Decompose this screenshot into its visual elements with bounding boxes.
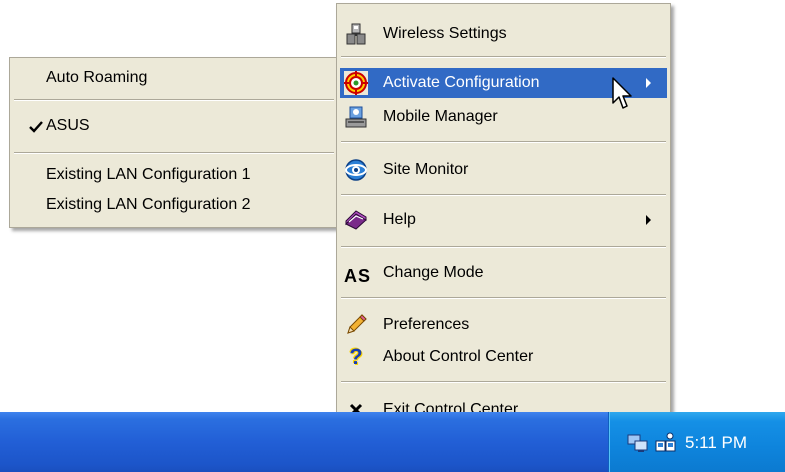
- control-center-menu: Wireless Settings Activate Configuration…: [336, 3, 671, 431]
- pencil-icon: [347, 314, 367, 334]
- menu-item-label: Change Mode: [383, 264, 484, 281]
- activate-configuration-submenu: Auto Roaming ASUS Existing LAN Configura…: [9, 57, 339, 228]
- menu-item-label: Activate Configuration: [383, 74, 540, 91]
- change-mode-icon: AS: [344, 261, 372, 286]
- network-icon[interactable]: [626, 431, 650, 455]
- menu-separator: [341, 297, 666, 299]
- menu-item-help[interactable]: Help: [340, 205, 667, 235]
- menu-item-label: Preferences: [383, 316, 470, 333]
- menu-separator: [341, 141, 666, 143]
- submenu-item-label: Existing LAN Configuration 1: [46, 166, 251, 183]
- wireless-utility-icon[interactable]: [654, 431, 678, 455]
- menu-separator: [14, 99, 334, 101]
- submenu-arrow-icon: [646, 78, 651, 88]
- submenu-arrow-icon: [646, 215, 651, 225]
- menu-item-change-mode[interactable]: AS Change Mode: [340, 258, 667, 288]
- menu-separator: [14, 152, 334, 154]
- mobile-manager-icon: [345, 106, 367, 128]
- menu-item-label: Help: [383, 211, 416, 228]
- submenu-item-auto-roaming[interactable]: Auto Roaming: [13, 64, 335, 94]
- menu-item-wireless-settings[interactable]: Wireless Settings: [340, 19, 667, 49]
- wireless-settings-icon: [346, 23, 366, 45]
- clock[interactable]: 5:11 PM: [685, 433, 747, 453]
- menu-item-label: Site Monitor: [383, 161, 469, 178]
- submenu-item-existing-lan-1[interactable]: Existing LAN Configuration 1: [13, 161, 335, 191]
- submenu-item-asus[interactable]: ASUS: [13, 112, 335, 142]
- help-book-icon: [345, 210, 367, 230]
- menu-item-about-control-center[interactable]: ? About Control Center: [340, 342, 667, 372]
- question-icon: ?: [349, 344, 363, 369]
- menu-separator: [341, 246, 666, 248]
- target-icon: [344, 71, 368, 95]
- submenu-item-label: Existing LAN Configuration 2: [46, 196, 251, 213]
- menu-item-label: Mobile Manager: [383, 108, 498, 125]
- menu-separator: [341, 381, 666, 383]
- menu-separator: [341, 56, 666, 58]
- menu-item-label: About Control Center: [383, 348, 534, 365]
- site-monitor-icon: [345, 159, 367, 181]
- submenu-item-existing-lan-2[interactable]: Existing LAN Configuration 2: [13, 191, 335, 221]
- change-mode-icon-text: AS: [344, 266, 372, 286]
- submenu-item-label: Auto Roaming: [46, 69, 148, 86]
- checkmark-icon: [29, 121, 43, 133]
- menu-item-label: Wireless Settings: [383, 25, 507, 42]
- menu-separator: [341, 194, 666, 196]
- mouse-cursor-icon: [612, 77, 632, 109]
- menu-item-preferences[interactable]: Preferences: [340, 310, 667, 340]
- menu-item-site-monitor[interactable]: Site Monitor: [340, 155, 667, 185]
- submenu-item-label: ASUS: [46, 117, 90, 134]
